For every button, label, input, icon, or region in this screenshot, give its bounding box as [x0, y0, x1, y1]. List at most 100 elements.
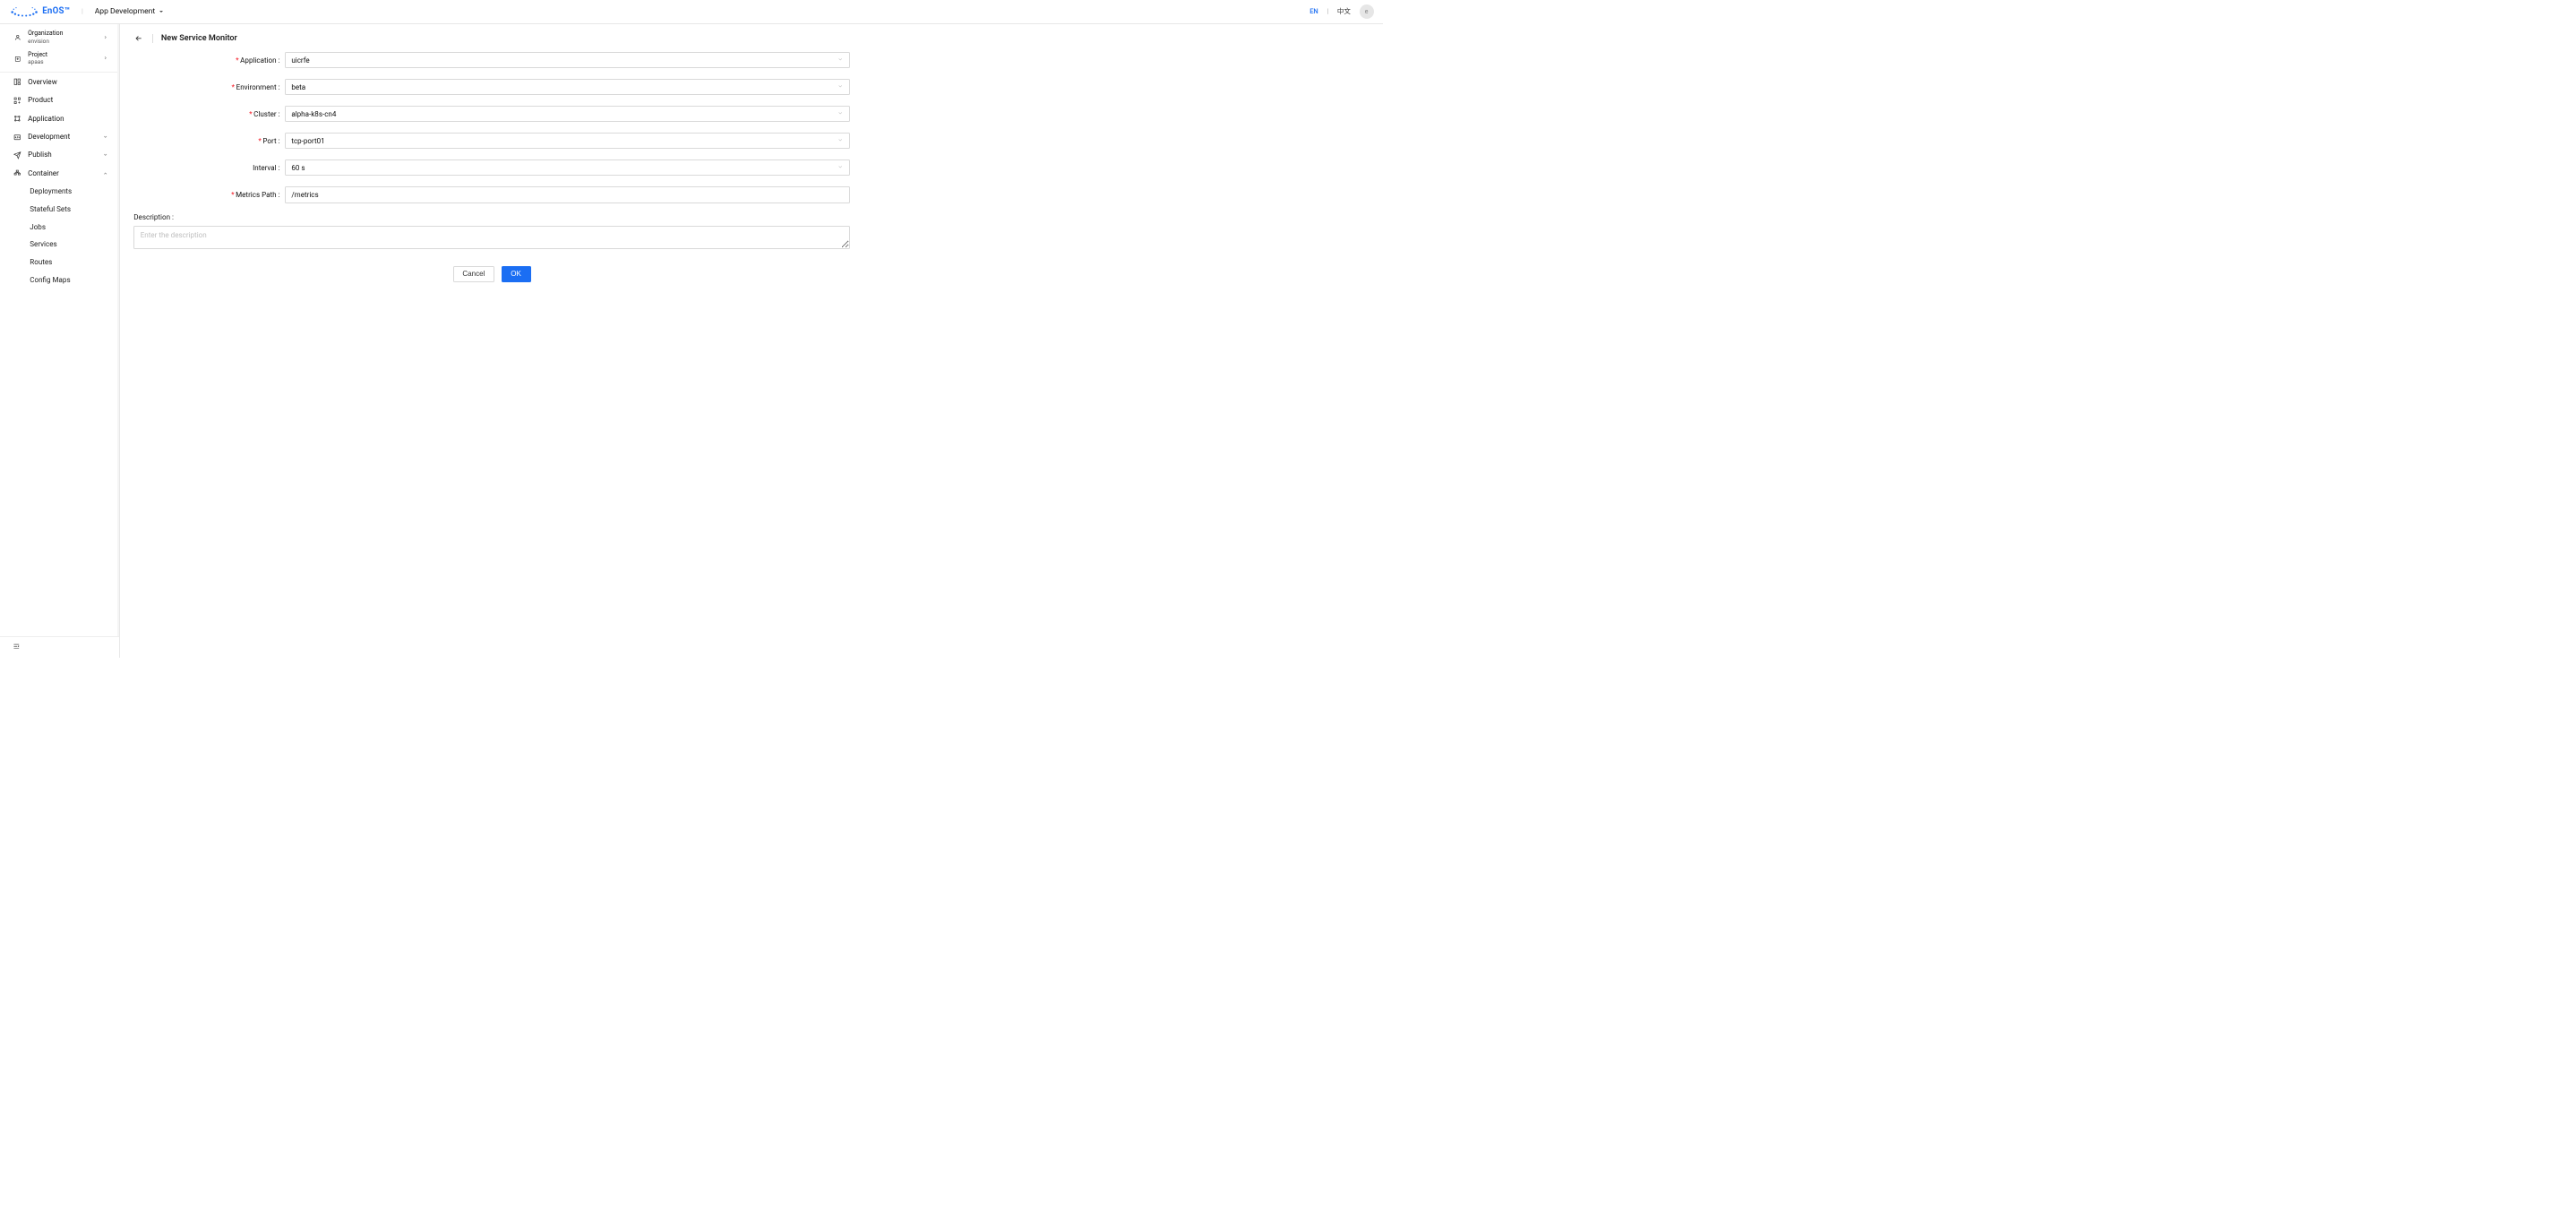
lang-separator: | — [1327, 7, 1328, 15]
required-asterisk: * — [236, 56, 238, 65]
publish-icon — [13, 151, 21, 159]
chevron-up-icon — [103, 169, 107, 177]
required-asterisk: * — [258, 137, 261, 145]
avatar[interactable]: e — [1360, 4, 1374, 19]
sidebar-item-stateful-sets[interactable]: Stateful Sets — [0, 201, 117, 219]
sidebar-item-label: Application — [28, 115, 107, 124]
logo-text: EnOS™ — [42, 6, 70, 16]
sidebar-item-container[interactable]: Container — [0, 164, 117, 182]
sidebar-item-routes[interactable]: Routes — [0, 254, 117, 272]
label-interval: Interval : — [133, 164, 285, 172]
sidebar-item-label: Organization envision — [28, 30, 97, 45]
sidebar-item-label: Development — [28, 133, 97, 142]
chevron-down-icon — [103, 151, 107, 159]
sidebar-item-services[interactable]: Services — [0, 236, 117, 254]
avatar-letter: e — [1365, 8, 1369, 15]
lang-en[interactable]: EN — [1309, 7, 1318, 15]
sidebar-item-jobs[interactable]: Jobs — [0, 218, 117, 236]
sidebar-item-publish[interactable]: Publish — [0, 146, 117, 164]
sidebar-item-config-maps[interactable]: Config Maps — [0, 271, 117, 289]
label-environment: *Environment : — [133, 83, 285, 91]
sidebar-item-organization[interactable]: Organization envision — [0, 27, 117, 48]
select-cluster[interactable]: alpha-k8s-cn4 — [285, 106, 850, 122]
select-application[interactable]: uicrfe — [285, 52, 850, 68]
select-value: uicrfe — [291, 56, 309, 65]
ok-button[interactable]: OK — [502, 266, 531, 282]
product-icon — [13, 97, 21, 105]
cancel-button[interactable]: Cancel — [453, 266, 494, 282]
form-row-cluster: *Cluster : alpha-k8s-cn4 — [133, 106, 850, 122]
application-icon — [13, 115, 21, 123]
project-value: apaas — [28, 59, 97, 66]
back-button[interactable] — [133, 34, 143, 44]
header-right: EN | 中文 e — [1309, 4, 1373, 19]
project-label: Project — [28, 51, 47, 58]
label-port: *Port : — [133, 137, 285, 145]
form-actions: Cancel OK — [133, 266, 850, 282]
main-content: New Service Monitor *Application : uicrf… — [120, 24, 1383, 658]
label-application: *Application : — [133, 56, 285, 65]
label-cluster: *Cluster : — [133, 110, 285, 118]
layout: Organization envision Project — [0, 24, 1383, 658]
form: *Application : uicrfe *Environment : — [120, 52, 863, 282]
header-divider: | — [82, 7, 83, 15]
select-port[interactable]: tcp-port01 — [285, 133, 850, 149]
textarea-description[interactable] — [133, 226, 850, 250]
form-row-interval: Interval : 60 s — [133, 159, 850, 176]
control-application: uicrfe — [285, 52, 850, 68]
input-metrics-path[interactable] — [285, 186, 850, 203]
project-icon — [13, 55, 21, 63]
sidebar-item-overview[interactable]: Overview — [0, 73, 117, 91]
required-asterisk: * — [232, 83, 235, 91]
sidebar: Organization envision Project — [0, 24, 120, 658]
chevron-right-icon — [103, 34, 107, 41]
select-value: tcp-port01 — [291, 137, 324, 145]
select-value: 60 s — [291, 164, 305, 172]
app-switcher[interactable]: App Development — [95, 7, 163, 16]
sidebar-item-label: Project apaas — [28, 51, 97, 66]
required-asterisk: * — [231, 191, 234, 199]
sidebar-item-label: Product — [28, 96, 107, 105]
form-row-metrics-path: *Metrics Path : — [133, 186, 850, 203]
sidebar-item-label: Container — [28, 169, 97, 178]
sidebar-scroll[interactable]: Organization envision Project — [0, 24, 119, 636]
chevron-down-icon — [103, 133, 107, 141]
select-interval[interactable]: 60 s — [285, 159, 850, 176]
sidebar-item-deployments[interactable]: Deployments — [0, 183, 117, 201]
select-environment[interactable]: beta — [285, 79, 850, 95]
caret-down-icon — [159, 11, 163, 14]
label-description: Description : — [133, 213, 850, 221]
select-value: beta — [291, 83, 305, 91]
sidebar-item-development[interactable]: Development — [0, 128, 117, 146]
app-switcher-label: App Development — [95, 7, 156, 16]
collapse-sidebar-icon[interactable] — [13, 642, 21, 652]
org-label: Organization — [28, 30, 63, 37]
container-icon — [13, 169, 21, 177]
header-left: EnOS™ | App Development — [10, 5, 163, 17]
sidebar-item-project[interactable]: Project apaas — [0, 48, 117, 70]
chevron-down-icon — [837, 56, 843, 65]
app-header: EnOS™ | App Development EN | 中文 e — [0, 0, 1383, 24]
chevron-down-icon — [837, 137, 843, 145]
logo-icon — [10, 5, 39, 17]
form-row-environment: *Environment : beta — [133, 79, 850, 95]
arrow-left-icon — [134, 34, 143, 43]
form-row-description: Description : — [133, 213, 850, 251]
lang-zh[interactable]: 中文 — [1337, 6, 1351, 16]
header-separator — [152, 34, 153, 43]
sidebar-item-product[interactable]: Product — [0, 91, 117, 109]
org-value: envision — [28, 39, 97, 46]
sidebar-item-application[interactable]: Application — [0, 109, 117, 127]
sidebar-context-block: Organization envision Project — [0, 24, 117, 73]
sidebar-item-label: Overview — [28, 78, 107, 87]
user-icon — [13, 34, 21, 42]
page-header: New Service Monitor — [120, 34, 1383, 52]
sidebar-footer — [0, 636, 119, 658]
select-value: alpha-k8s-cn4 — [291, 110, 336, 118]
logo[interactable]: EnOS™ — [10, 5, 70, 17]
chevron-right-icon — [103, 55, 107, 62]
chevron-down-icon — [837, 110, 843, 118]
form-row-application: *Application : uicrfe — [133, 52, 850, 68]
required-asterisk: * — [249, 110, 252, 118]
chevron-down-icon — [837, 164, 843, 172]
